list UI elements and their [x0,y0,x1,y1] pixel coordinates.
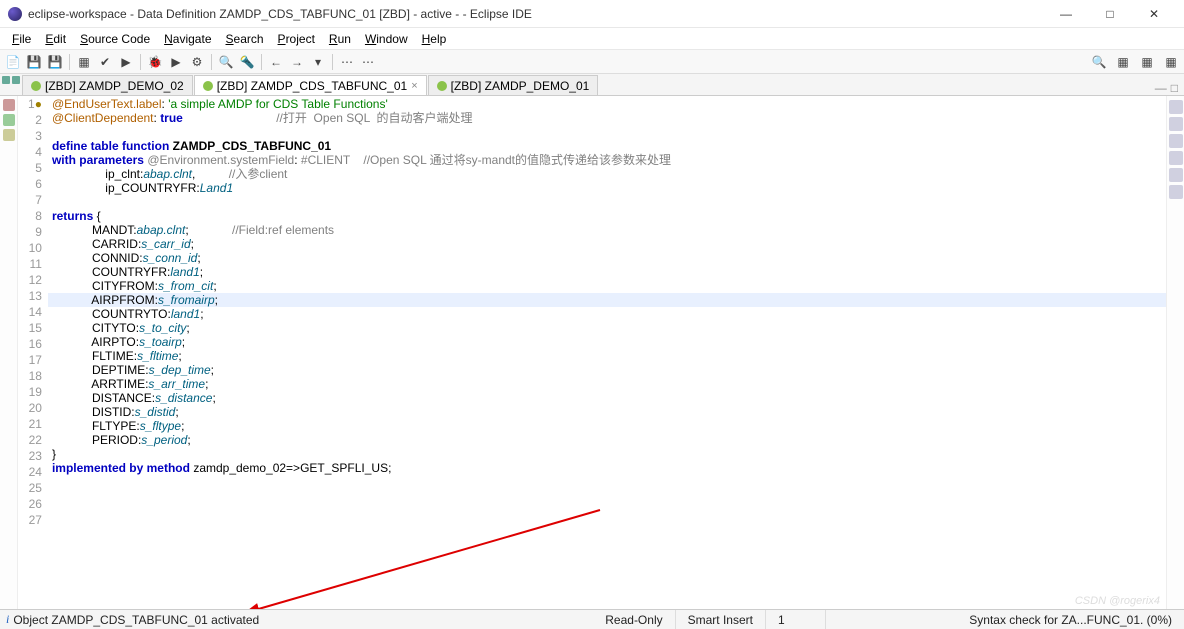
outline-icon[interactable] [1169,100,1183,114]
code-line[interactable]: COUNTRYFR:land1; [48,265,1166,279]
code-line[interactable] [48,125,1166,139]
code-line[interactable]: AIRPFROM:s_fromairp; [48,293,1166,307]
info-icon: i [6,612,9,627]
menu-source-code[interactable]: Source Code [74,30,156,48]
code-line[interactable]: } [48,447,1166,461]
watermark: CSDN @rogerix4 [1075,595,1160,607]
outline-icon[interactable] [1169,134,1183,148]
gutter-icon[interactable] [3,99,15,111]
run2-icon[interactable]: ▶ [167,53,185,71]
status-insert: Smart Insert [676,610,766,629]
code-line[interactable]: CITYFROM:s_from_cit; [48,279,1166,293]
menu-bar: FileEditSource CodeNavigateSearchProject… [0,28,1184,50]
code-line[interactable]: COUNTRYTO:land1; [48,307,1166,321]
main-toolbar: 📄 💾 💾 ▦ ✔ ▶ 🐞 ▶ ⚙ 🔍 🔦 ← → ▾ ⋯ ⋯ 🔍 ▦ ▦ ▦ [0,50,1184,74]
code-line[interactable]: DISTANCE:s_distance; [48,391,1166,405]
menu-window[interactable]: Window [359,30,414,48]
code-line[interactable]: FLTYPE:s_fltype; [48,419,1166,433]
window-title: eclipse-workspace - Data Definition ZAMD… [28,7,1044,21]
code-line[interactable]: ip_COUNTRYFR:Land1 [48,181,1166,195]
code-line[interactable]: DEPTIME:s_dep_time; [48,363,1166,377]
save-all-icon[interactable]: 💾 [46,53,64,71]
open-type-icon[interactable]: 🔍 [217,53,235,71]
tab-file-icon [203,81,213,91]
new-icon[interactable]: 📄 [4,53,22,71]
misc-icon[interactable]: ⋯ [338,53,356,71]
external-icon[interactable]: ⚙ [188,53,206,71]
outline-icon[interactable] [1169,151,1183,165]
title-bar: eclipse-workspace - Data Definition ZAMD… [0,0,1184,28]
editor-area: 1●23456789101112131415161718192021222324… [0,96,1184,609]
menu-file[interactable]: File [6,30,37,48]
tab-label: [ZBD] ZAMDP_CDS_TABFUNC_01 [217,79,407,93]
code-line[interactable]: define table function ZAMDP_CDS_TABFUNC_… [48,139,1166,153]
code-line[interactable]: ARRTIME:s_arr_time; [48,377,1166,391]
editor-tab[interactable]: [ZBD] ZAMDP_DEMO_01 [428,75,599,95]
code-line[interactable]: PERIOD:s_period; [48,433,1166,447]
run-icon[interactable]: ▶ [117,53,135,71]
save-icon[interactable]: 💾 [25,53,43,71]
nav-drop-icon[interactable]: ▾ [309,53,327,71]
perspective-debug-icon[interactable]: ▦ [1138,53,1156,71]
editor-tab-bar: [ZBD] ZAMDP_DEMO_02 [ZBD] ZAMDP_CDS_TABFU… [0,74,1184,96]
code-line[interactable]: returns { [48,209,1166,223]
code-line[interactable]: CITYTO:s_to_city; [48,321,1166,335]
misc2-icon[interactable]: ⋯ [359,53,377,71]
left-gutter [0,96,18,609]
code-line[interactable]: CARRID:s_carr_id; [48,237,1166,251]
perspective-java-icon[interactable]: ▦ [1162,53,1180,71]
gutter-icon[interactable] [3,129,15,141]
code-line[interactable]: @EndUserText.label: 'a simple AMDP for C… [48,97,1166,111]
code-line[interactable]: @ClientDependent: true //打开 Open SQL 的自动… [48,111,1166,125]
search-icon[interactable]: 🔦 [238,53,256,71]
menu-search[interactable]: Search [220,30,270,48]
menu-run[interactable]: Run [323,30,357,48]
menu-edit[interactable]: Edit [39,30,72,48]
code-line[interactable] [48,195,1166,209]
status-position: 1 [766,610,826,629]
maximize-button[interactable]: □ [1088,0,1132,28]
code-line[interactable]: MANDT:abap.clnt; //Field:ref elements [48,223,1166,237]
editor-tab[interactable]: [ZBD] ZAMDP_DEMO_02 [22,75,193,95]
minimize-button[interactable]: — [1044,0,1088,28]
outline-icon[interactable] [1169,117,1183,131]
tab-label: [ZBD] ZAMDP_DEMO_02 [45,79,184,93]
nav-back-icon[interactable]: ← [267,53,285,71]
code-line[interactable]: implemented by method zamdp_demo_02=>GET… [48,461,1166,475]
tab-minimize-icon[interactable]: — [1155,81,1167,95]
eclipse-icon [8,7,22,21]
tab-left-icons [2,76,20,84]
close-button[interactable]: ✕ [1132,0,1176,28]
menu-project[interactable]: Project [272,30,321,48]
activate-icon[interactable]: ▦ [75,53,93,71]
code-editor[interactable]: 1●23456789101112131415161718192021222324… [18,96,1166,609]
code-line[interactable]: DISTID:s_distid; [48,405,1166,419]
nav-forward-icon[interactable]: → [288,53,306,71]
code-line[interactable]: CONNID:s_conn_id; [48,251,1166,265]
menu-navigate[interactable]: Navigate [158,30,217,48]
perspective-abap-icon[interactable]: ▦ [1114,53,1132,71]
tab-file-icon [437,81,447,91]
code-line[interactable]: AIRPTO:s_toairp; [48,335,1166,349]
status-syntax: Syntax check for ZA...FUNC_01. (0%) [826,610,1184,629]
code-line[interactable]: FLTIME:s_fltime; [48,349,1166,363]
editor-tab[interactable]: [ZBD] ZAMDP_CDS_TABFUNC_01 × [194,75,427,95]
menu-help[interactable]: Help [416,30,453,48]
gutter-icon[interactable] [3,114,15,126]
code-line[interactable]: with parameters @Environment.systemField… [48,153,1166,167]
tab-file-icon [31,81,41,91]
close-icon[interactable]: × [411,80,417,92]
status-bar: i Object ZAMDP_CDS_TABFUNC_01 activated … [0,609,1184,629]
status-message: Object ZAMDP_CDS_TABFUNC_01 activated [13,613,259,627]
check-icon[interactable]: ✔ [96,53,114,71]
tab-maximize-icon[interactable]: □ [1171,81,1178,95]
debug-icon[interactable]: 🐞 [146,53,164,71]
tab-label: [ZBD] ZAMDP_DEMO_01 [451,79,590,93]
quick-access-icon[interactable]: 🔍 [1090,53,1108,71]
code-line[interactable]: ip_clnt:abap.clnt, //入参client [48,167,1166,181]
right-strip [1166,96,1184,609]
status-readonly: Read-Only [593,610,675,629]
outline-icon[interactable] [1169,168,1183,182]
outline-icon[interactable] [1169,185,1183,199]
